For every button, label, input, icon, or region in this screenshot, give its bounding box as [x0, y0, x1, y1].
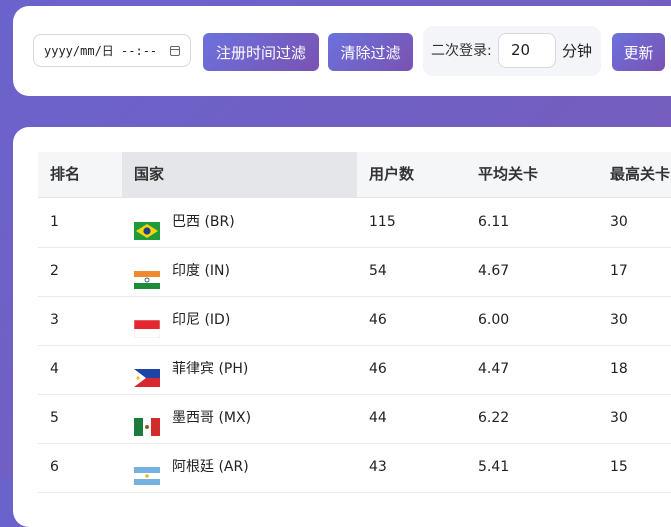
country-name: 巴西 (BR): [172, 214, 235, 230]
country-cell: 菲律宾 (PH): [122, 345, 357, 394]
rank-cell: 6: [50, 459, 59, 475]
flag-in-icon: [134, 261, 160, 289]
max-level-cell: 30: [610, 410, 628, 426]
users-cell: 115: [369, 214, 396, 230]
users-cell: 46: [369, 361, 387, 377]
filter-panel: yyyy/mm/日 --:-- 注册时间过滤 清除过滤 二次登录: 20 分钟 …: [13, 6, 671, 96]
second-login-label: 二次登录:: [431, 43, 492, 59]
flag-br-icon: [134, 212, 160, 240]
calendar-icon[interactable]: [170, 45, 180, 56]
max-level-cell: 30: [610, 214, 628, 230]
users-cell: 54: [369, 263, 387, 279]
header-country[interactable]: 国家: [122, 152, 357, 197]
flag-id-icon: [133, 310, 161, 339]
rank-cell: 1: [50, 214, 59, 230]
header-max-level[interactable]: 最高关卡: [598, 152, 671, 197]
header-avg-level[interactable]: 平均关卡: [466, 152, 598, 197]
table-row[interactable]: 2 印度 (IN) 54 4.67 17: [38, 247, 671, 297]
max-level-cell: 18: [610, 361, 628, 377]
country-name: 印尼 (ID): [172, 312, 231, 328]
avg-level-cell: 4.67: [478, 263, 510, 279]
flag-mx-icon: [134, 408, 160, 436]
max-level-cell: 17: [610, 263, 628, 279]
table-header: 排名 国家 用户数 平均关卡 最高关卡: [38, 152, 671, 198]
country-name: 阿根廷 (AR): [172, 459, 249, 475]
country-name: 菲律宾 (PH): [172, 361, 249, 377]
table-row[interactable]: 3 印尼 (ID) 46 6.00 30: [38, 296, 671, 346]
register-time-filter-button[interactable]: 注册时间过滤: [203, 33, 319, 71]
country-cell: 墨西哥 (MX): [122, 394, 357, 443]
flag-ar-icon: [134, 457, 160, 485]
minutes-input[interactable]: 20: [498, 33, 556, 68]
clear-filter-button[interactable]: 清除过滤: [328, 33, 413, 71]
table-row[interactable]: 4 菲律宾 (PH) 46 4.47 18: [38, 345, 671, 395]
rank-cell: 5: [50, 410, 59, 426]
rank-cell: 4: [50, 361, 59, 377]
table-row[interactable]: 5 墨西哥 (MX) 44 6.22 30: [38, 394, 671, 444]
flag-ph-icon: [134, 359, 160, 387]
country-name: 印度 (IN): [172, 263, 230, 279]
country-cell: 印尼 (ID): [122, 296, 357, 345]
users-cell: 43: [369, 459, 387, 475]
header-users[interactable]: 用户数: [357, 152, 466, 197]
country-cell: 巴西 (BR): [122, 198, 357, 247]
rank-cell: 2: [50, 263, 59, 279]
max-level-cell: 30: [610, 312, 628, 328]
rank-cell: 3: [50, 312, 59, 328]
country-table-panel: 排名 国家 用户数 平均关卡 最高关卡 1 巴西 (BR) 115 6.11 30 2 印度…: [13, 127, 671, 527]
max-level-cell: 15: [610, 459, 628, 475]
header-rank[interactable]: 排名: [38, 152, 122, 197]
country-cell: 印度 (IN): [122, 247, 357, 296]
avg-level-cell: 5.41: [478, 459, 510, 475]
date-placeholder: yyyy/mm/日 --:--: [44, 44, 158, 58]
registration-date-input[interactable]: yyyy/mm/日 --:--: [33, 34, 191, 67]
avg-level-cell: 6.22: [478, 410, 510, 426]
avg-level-cell: 6.11: [478, 214, 510, 230]
country-cell: 阿根廷 (AR): [122, 443, 357, 492]
table-row[interactable]: 6 阿根廷 (AR) 43 5.41 15: [38, 443, 671, 493]
users-cell: 44: [369, 410, 387, 426]
second-login-group: 二次登录: 20 分钟: [423, 26, 601, 76]
users-cell: 46: [369, 312, 387, 328]
table-row[interactable]: 1 巴西 (BR) 115 6.11 30: [38, 198, 671, 248]
country-name: 墨西哥 (MX): [172, 410, 252, 426]
avg-level-cell: 4.47: [478, 361, 510, 377]
minutes-unit-label: 分钟: [562, 42, 593, 60]
avg-level-cell: 6.00: [478, 312, 510, 328]
update-button[interactable]: 更新: [612, 33, 665, 71]
